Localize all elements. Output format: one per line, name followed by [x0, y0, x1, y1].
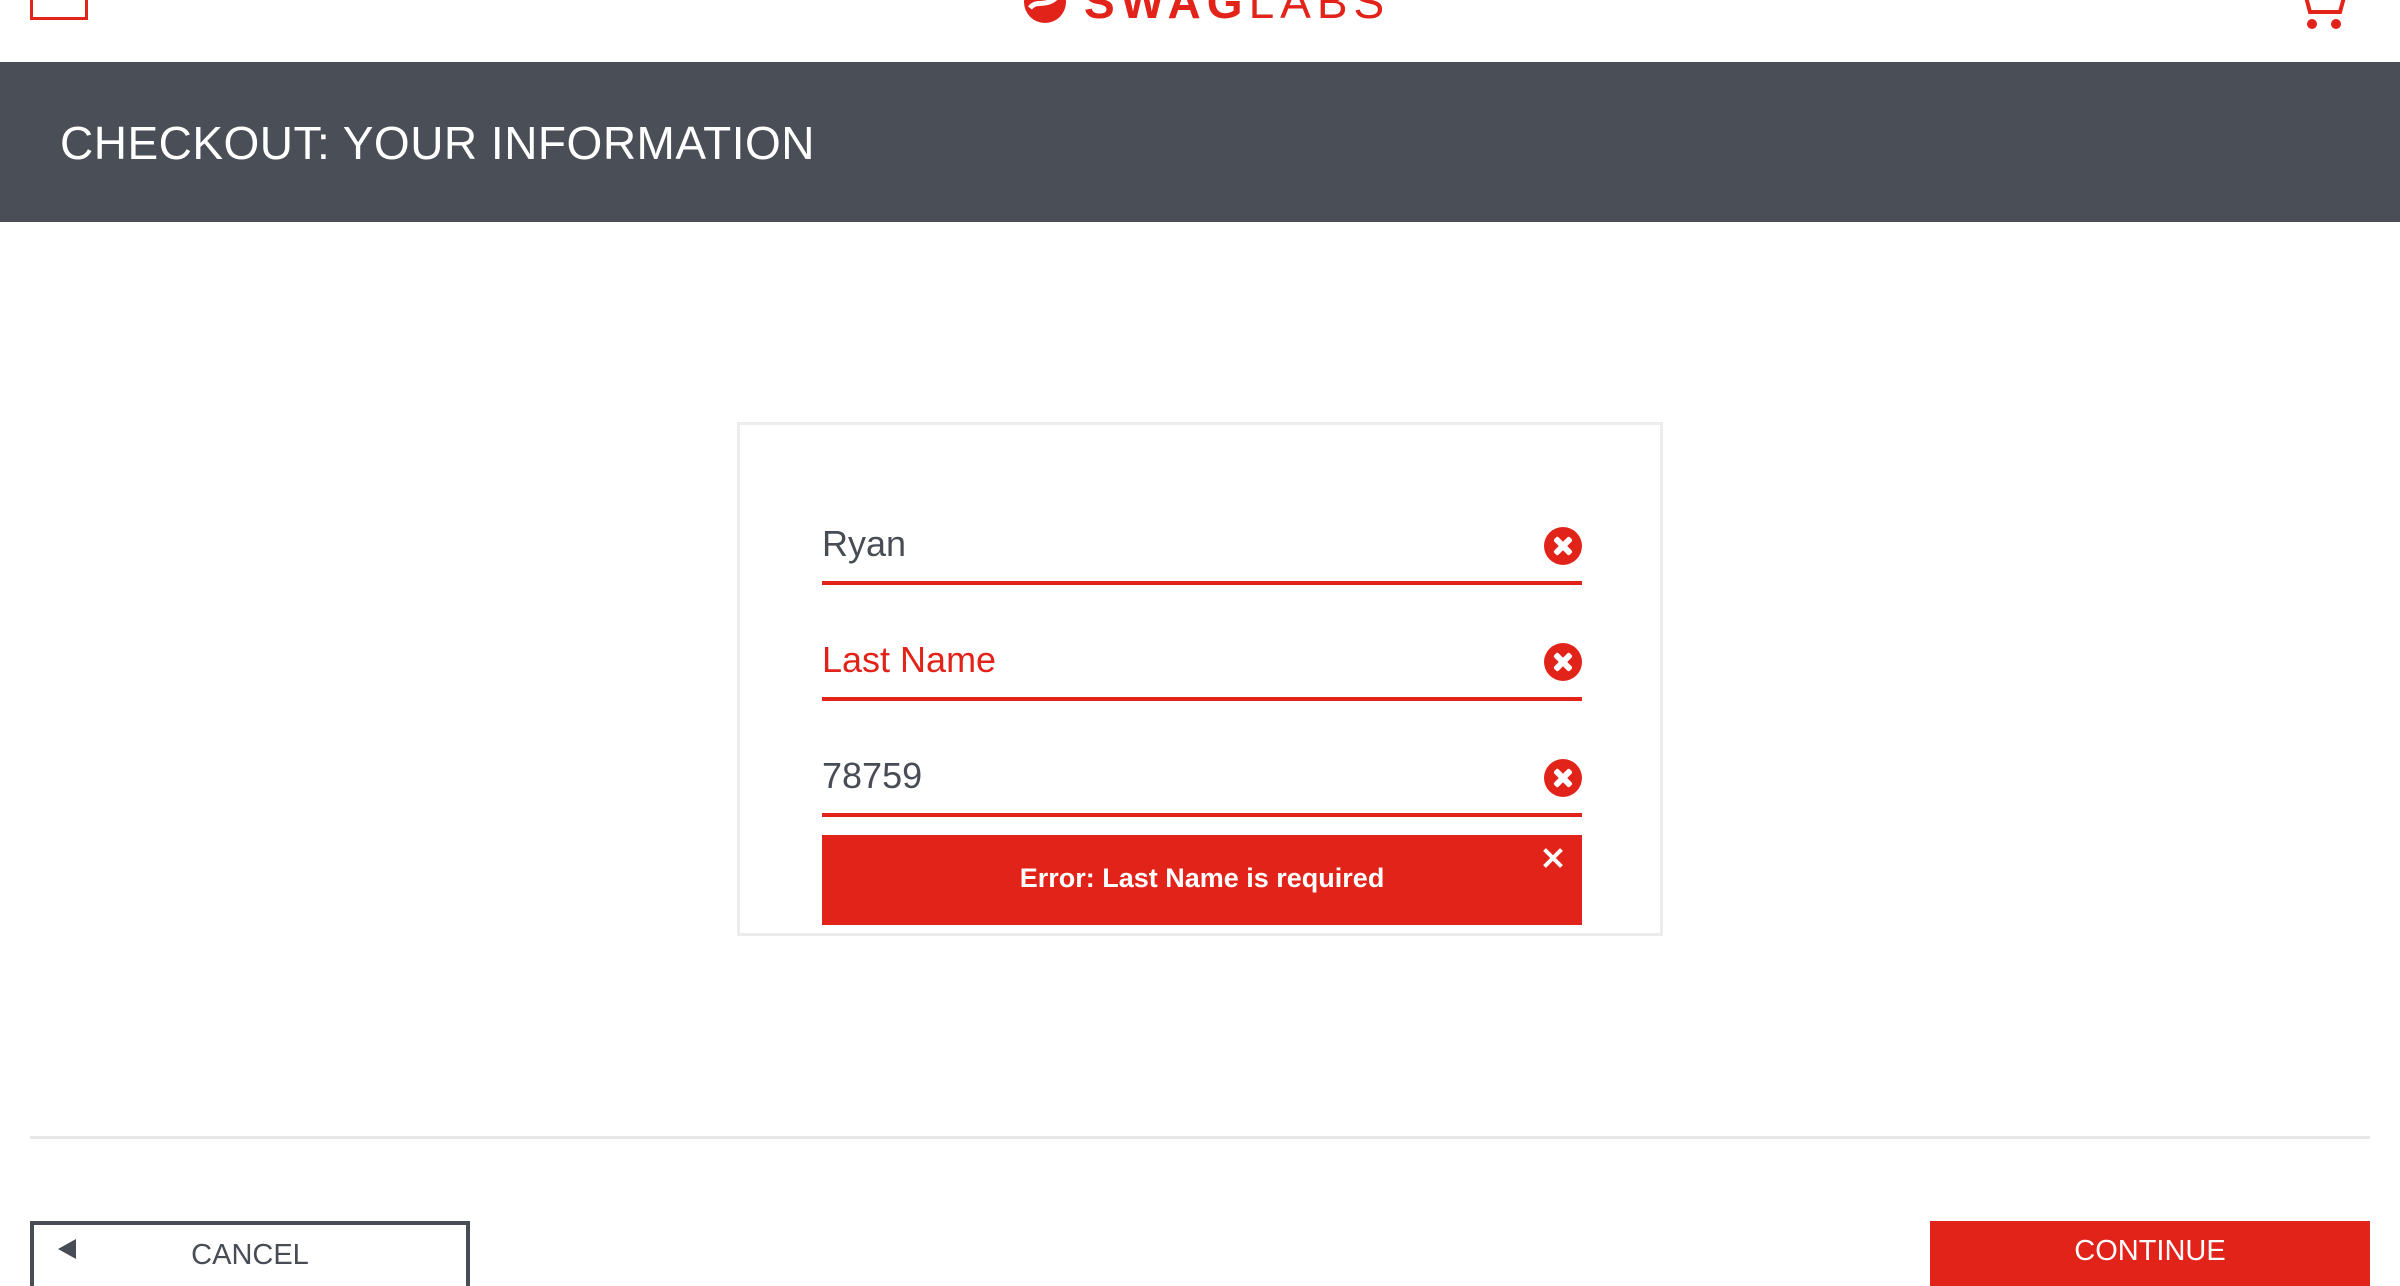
- error-message: Error: Last Name is required: [1019, 863, 1385, 893]
- last-name-input[interactable]: Last Name: [822, 639, 996, 681]
- app-logo: SWAGLABS: [1016, 0, 1390, 28]
- shopping-cart-icon[interactable]: [2290, 0, 2350, 34]
- first-name-field[interactable]: Ryan: [822, 509, 1582, 585]
- x-circle-icon: [1544, 643, 1582, 681]
- top-bar: SWAGLABS: [0, 0, 2400, 62]
- x-circle-icon: [1544, 527, 1582, 565]
- error-message-container: Error: Last Name is required: [822, 835, 1582, 925]
- logo-text: SWAGLABS: [1084, 0, 1390, 29]
- page-header: CHECKOUT: YOUR INFORMATION: [0, 62, 2400, 222]
- last-name-field[interactable]: Last Name: [822, 625, 1582, 701]
- first-name-input[interactable]: Ryan: [822, 523, 906, 565]
- logo-text-light: LABS: [1248, 0, 1391, 28]
- cancel-button-label: CANCEL: [191, 1239, 309, 1271]
- page-title: CHECKOUT: YOUR INFORMATION: [60, 117, 815, 169]
- menu-button[interactable]: [30, 0, 88, 20]
- continue-button-label: CONTINUE: [2074, 1235, 2226, 1267]
- close-icon[interactable]: [1540, 845, 1566, 871]
- x-circle-icon: [1544, 759, 1582, 797]
- logo-text-bold: SWAG: [1084, 0, 1249, 28]
- footer-divider: [30, 1136, 2370, 1139]
- swag-labs-logo-icon: [1024, 0, 1066, 23]
- checkout-info-form: Ryan Last Name 78759 Error: Last Name is…: [737, 422, 1663, 936]
- postal-code-field[interactable]: 78759: [822, 741, 1582, 817]
- cancel-button[interactable]: CANCEL: [30, 1221, 470, 1286]
- postal-code-input[interactable]: 78759: [822, 755, 922, 797]
- continue-button[interactable]: CONTINUE: [1930, 1221, 2370, 1286]
